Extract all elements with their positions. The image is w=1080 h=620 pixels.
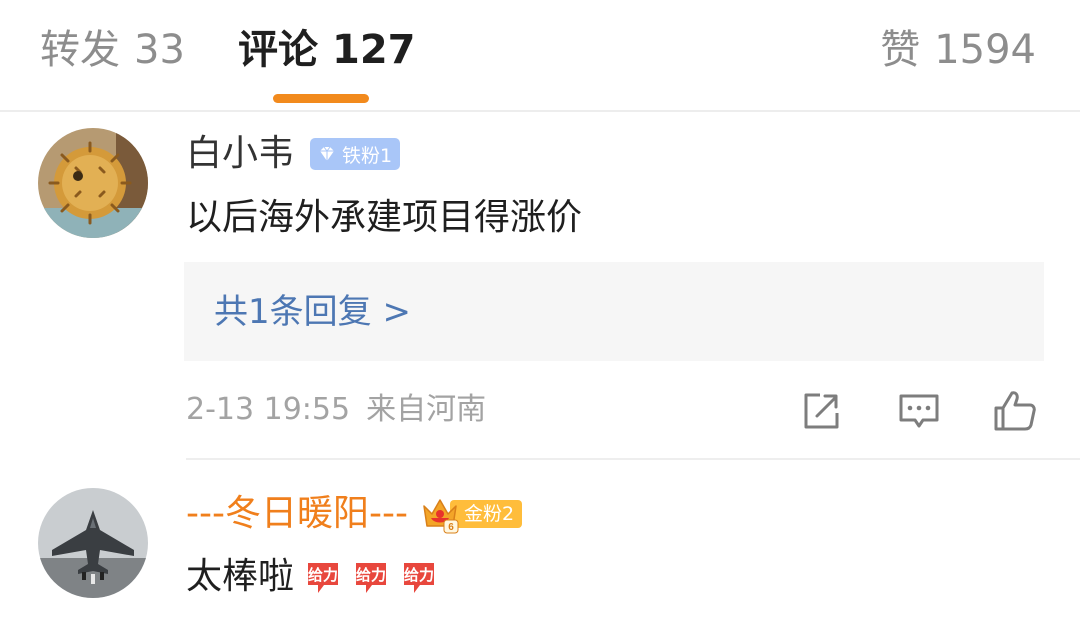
avatar[interactable]	[38, 128, 148, 238]
cheer-icon: 给力	[308, 563, 338, 593]
comment-icon	[899, 394, 939, 428]
tab-comments[interactable]: 评论 127	[238, 22, 416, 78]
divider	[0, 110, 1080, 112]
replies-box[interactable]: 共1条回复 >	[184, 262, 1044, 361]
crown-level: 6	[448, 522, 454, 533]
gold-fan-badge[interactable]: 6 金粉2	[420, 497, 523, 534]
view-replies-link[interactable]: 共1条回复 >	[214, 288, 411, 336]
cheer-label: 给力	[356, 566, 386, 584]
tab-likes-count: 1594	[934, 27, 1036, 73]
comment-header: 白小韦 铁粉1	[186, 126, 401, 182]
fan-badge-label: 铁粉1	[342, 144, 393, 167]
pufferfish-avatar-image	[38, 128, 148, 238]
crown-icon: 6	[423, 499, 459, 534]
comment-meta: 2-13 19:55 来自河南	[186, 388, 486, 432]
cheer-icon: 给力	[404, 563, 434, 593]
divider	[186, 458, 1080, 460]
tab-likes-label: 赞	[880, 27, 921, 73]
gold-fan-badge-label: 金粉2	[449, 500, 523, 528]
reply-button[interactable]	[896, 388, 942, 434]
fan-badge[interactable]: 铁粉1	[310, 138, 401, 170]
comment-header: ---冬日暖阳--- 6 金粉2	[186, 486, 523, 542]
username[interactable]: 白小韦	[186, 130, 294, 178]
username[interactable]: ---冬日暖阳---	[186, 490, 408, 538]
share-button[interactable]	[798, 388, 844, 434]
tab-repost-count: 33	[134, 27, 185, 73]
comment-text: 太棒啦 给力 给力 给力	[186, 552, 438, 602]
tab-bar: 转发 33 评论 127 赞 1594	[0, 0, 1080, 110]
tab-comments-count: 127	[332, 27, 416, 73]
comment-text: 以后海外承建项目得涨价	[186, 197, 583, 238]
like-button[interactable]	[992, 388, 1038, 434]
tab-likes[interactable]: 赞 1594	[880, 22, 1036, 78]
tab-repost[interactable]: 转发 33	[40, 22, 185, 78]
cheer-label: 给力	[404, 566, 434, 584]
cheer-label: 给力	[308, 566, 338, 584]
comment-body: 太棒啦	[186, 556, 295, 597]
tab-repost-label: 转发	[40, 27, 120, 73]
like-icon	[994, 391, 1036, 431]
diamond-icon	[320, 146, 335, 161]
share-icon	[804, 393, 839, 429]
location: 来自河南	[366, 392, 487, 427]
timestamp: 2-13 19:55	[186, 392, 351, 427]
cheer-icon: 给力	[356, 563, 386, 593]
tab-comments-label: 评论	[238, 27, 318, 73]
jet-avatar-image	[38, 488, 148, 598]
active-tab-indicator	[273, 94, 369, 103]
avatar[interactable]	[38, 488, 148, 598]
